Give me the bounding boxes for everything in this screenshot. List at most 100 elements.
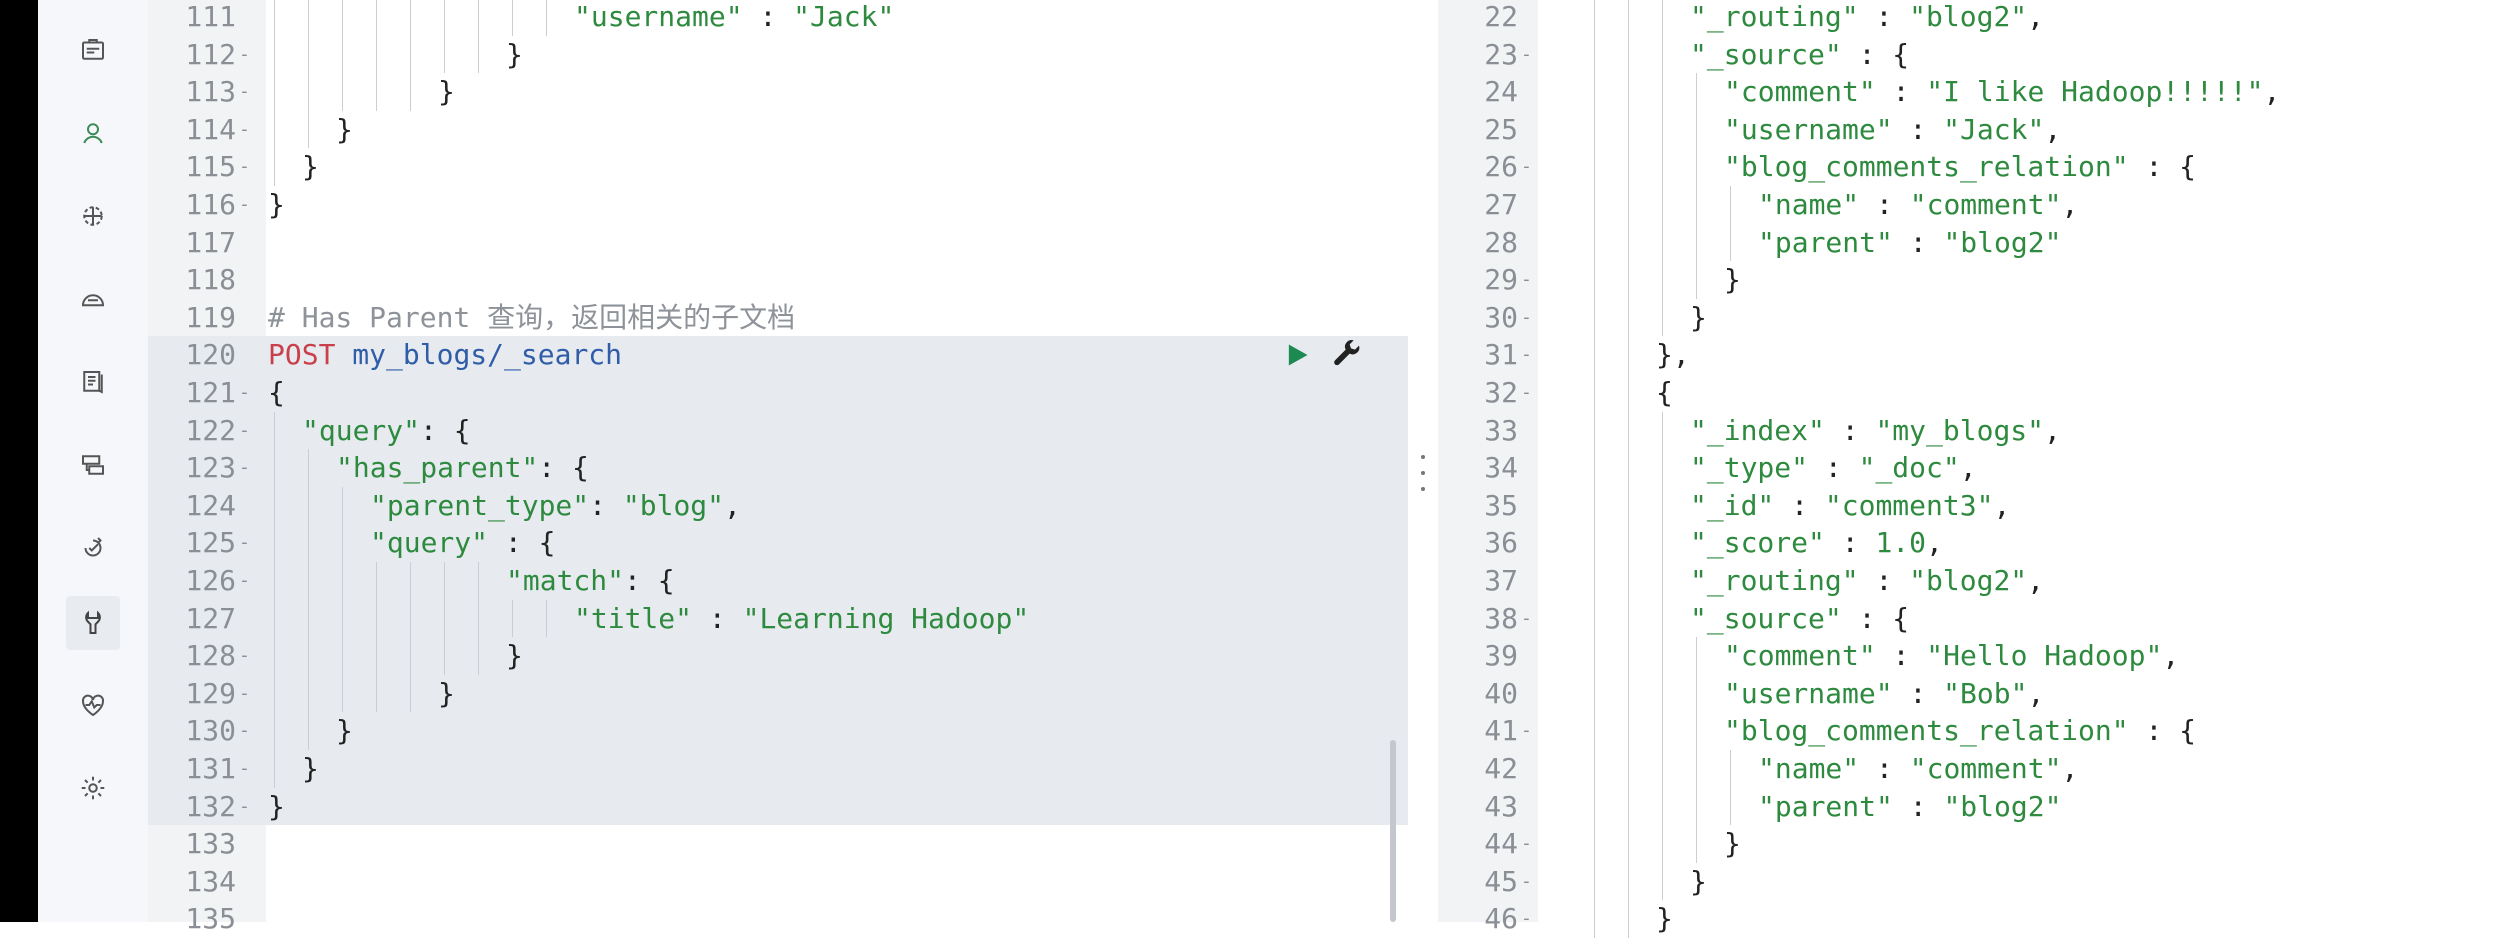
editor-line[interactable]: 118: [148, 261, 1408, 299]
discover-icon[interactable]: [73, 30, 113, 70]
editor-line[interactable]: 122- "query": {: [148, 411, 1408, 450]
request-options-button[interactable]: [1330, 338, 1364, 372]
editor-line[interactable]: 129-}: [148, 674, 1408, 713]
monitoring-icon[interactable]: [73, 685, 113, 725]
fold-toggle[interactable]: -: [1521, 712, 1532, 750]
fold-toggle[interactable]: -: [239, 750, 250, 788]
output-line[interactable]: 32- {: [1438, 374, 2508, 412]
fold-toggle[interactable]: -: [239, 148, 250, 186]
editor-line[interactable]: 116-}: [148, 186, 1408, 224]
fold-toggle[interactable]: -: [239, 524, 250, 562]
fold-toggle[interactable]: -: [1521, 261, 1532, 299]
fold-toggle[interactable]: -: [1521, 600, 1532, 638]
fold-toggle[interactable]: -: [239, 675, 250, 713]
editor-line[interactable]: 135: [148, 900, 1408, 938]
output-line[interactable]: 30-}: [1438, 298, 2508, 337]
editor-scrollbar[interactable]: [1390, 740, 1396, 922]
output-line[interactable]: 35 "_id" : "comment3",: [1438, 486, 2508, 525]
fold-toggle[interactable]: -: [1521, 374, 1532, 412]
fold-toggle[interactable]: -: [239, 186, 250, 224]
output-line[interactable]: 24 "comment" : "I like Hadoop!!!!!",: [1438, 73, 2508, 111]
ml-icon[interactable]: [73, 279, 113, 319]
fold-toggle[interactable]: -: [239, 562, 250, 600]
editor-line[interactable]: 134: [148, 863, 1408, 901]
editor-line[interactable]: 119 # Has Parent 查询，返回相关的子文档: [148, 299, 1408, 337]
indent-guide: [546, 599, 547, 638]
code-text: }: [1656, 902, 1673, 936]
logs-icon[interactable]: [73, 445, 113, 485]
uptime-icon[interactable]: [73, 528, 113, 568]
fold-toggle[interactable]: -: [1521, 825, 1532, 863]
fold-toggle[interactable]: -: [239, 111, 250, 149]
fold-toggle[interactable]: -: [1521, 36, 1532, 74]
indent-guide: [546, 0, 547, 36]
editor-line[interactable]: 123- "has_parent": {: [148, 449, 1408, 487]
output-line[interactable]: 28 "parent" : "blog2": [1438, 223, 2508, 262]
resizer-handle-icon[interactable]: [1418, 455, 1428, 491]
output-line[interactable]: 38- "_source" : {: [1438, 599, 2508, 638]
dev-tools-icon[interactable]: [66, 596, 120, 650]
output-line[interactable]: 33 "_index" : "my_blogs",: [1438, 411, 2508, 450]
editor-line[interactable]: 128-}: [148, 637, 1408, 675]
indent-guide: [274, 524, 275, 562]
fold-toggle[interactable]: -: [239, 449, 250, 487]
output-line[interactable]: 44-}: [1438, 825, 2508, 863]
editor-line[interactable]: 117: [148, 224, 1408, 262]
editor-line[interactable]: 132-}: [148, 787, 1408, 826]
editor-line[interactable]: 126- "match": {: [148, 562, 1408, 600]
management-icon[interactable]: [73, 768, 113, 808]
indent-guide: [1696, 223, 1697, 262]
output-line[interactable]: 25 "username" : "Jack",: [1438, 110, 2508, 149]
indent-guide: [1628, 298, 1629, 337]
fold-toggle[interactable]: -: [1521, 863, 1532, 901]
indent-guide: [1594, 637, 1595, 675]
output-line[interactable]: 36 "_score" : 1.0,: [1438, 524, 2508, 562]
editor-line[interactable]: 127 "title" : "Learning Hadoop": [148, 599, 1408, 638]
output-line[interactable]: 22 "_routing" : "blog2",: [1438, 0, 2508, 36]
maps-icon[interactable]: [73, 113, 113, 153]
output-line[interactable]: 40 "username" : "Bob",: [1438, 674, 2508, 713]
output-line[interactable]: 29-}: [1438, 261, 2508, 299]
fold-toggle[interactable]: -: [239, 374, 250, 412]
output-line[interactable]: 43 "parent" : "blog2": [1438, 787, 2508, 826]
output-line[interactable]: 34 "_type" : "_doc",: [1438, 449, 2508, 487]
output-line[interactable]: 42 "name" : "comment",: [1438, 750, 2508, 788]
canvas-icon[interactable]: [73, 196, 113, 236]
fold-toggle[interactable]: -: [239, 637, 250, 675]
code-text: POST my_blogs/_search: [268, 338, 623, 372]
fold-toggle[interactable]: -: [1521, 299, 1532, 337]
output-line[interactable]: 46-}: [1438, 900, 2508, 938]
output-line[interactable]: 26- "blog_comments_relation" : {: [1438, 148, 2508, 186]
fold-toggle[interactable]: -: [239, 412, 250, 450]
editor-line[interactable]: 130-}: [148, 712, 1408, 750]
editor-line[interactable]: 131-}: [148, 750, 1408, 788]
editor-line[interactable]: 121-{: [148, 374, 1408, 412]
infrastructure-icon[interactable]: [73, 362, 113, 402]
output-line[interactable]: 45-}: [1438, 862, 2508, 901]
editor-line[interactable]: 120 POST my_blogs/_search: [148, 336, 1408, 374]
send-request-button[interactable]: [1282, 340, 1312, 370]
fold-toggle[interactable]: -: [1521, 336, 1532, 374]
fold-toggle[interactable]: -: [239, 788, 250, 826]
output-line[interactable]: 31-},: [1438, 336, 2508, 374]
fold-toggle[interactable]: -: [1521, 148, 1532, 186]
editor-line[interactable]: 124 "parent_type": "blog",: [148, 486, 1408, 525]
editor-line[interactable]: 125- "query" : {: [148, 524, 1408, 562]
editor-line[interactable]: 114-}: [148, 110, 1408, 149]
editor-line[interactable]: 115-}: [148, 148, 1408, 186]
editor-line[interactable]: 112-}: [148, 35, 1408, 74]
console-request-editor[interactable]: 111 "username" : "Jack" 112-} 113-} 114-} 115…: [148, 0, 1408, 935]
fold-toggle[interactable]: -: [1521, 900, 1532, 938]
output-line[interactable]: 23- "_source" : {: [1438, 35, 2508, 74]
output-line[interactable]: 37 "_routing" : "blog2",: [1438, 562, 2508, 600]
editor-line[interactable]: 113-}: [148, 73, 1408, 111]
editor-line[interactable]: 133: [148, 825, 1408, 863]
output-line[interactable]: 27 "name" : "comment",: [1438, 186, 2508, 224]
editor-line[interactable]: 111 "username" : "Jack": [148, 0, 1408, 36]
console-response-output[interactable]: 22 "_routing" : "blog2", 23- "_source" : {2…: [1438, 0, 2508, 938]
fold-toggle[interactable]: -: [239, 712, 250, 750]
output-line[interactable]: 39 "comment" : "Hello Hadoop",: [1438, 637, 2508, 675]
fold-toggle[interactable]: -: [239, 36, 250, 74]
output-line[interactable]: 41- "blog_comments_relation" : {: [1438, 712, 2508, 750]
fold-toggle[interactable]: -: [239, 73, 250, 111]
